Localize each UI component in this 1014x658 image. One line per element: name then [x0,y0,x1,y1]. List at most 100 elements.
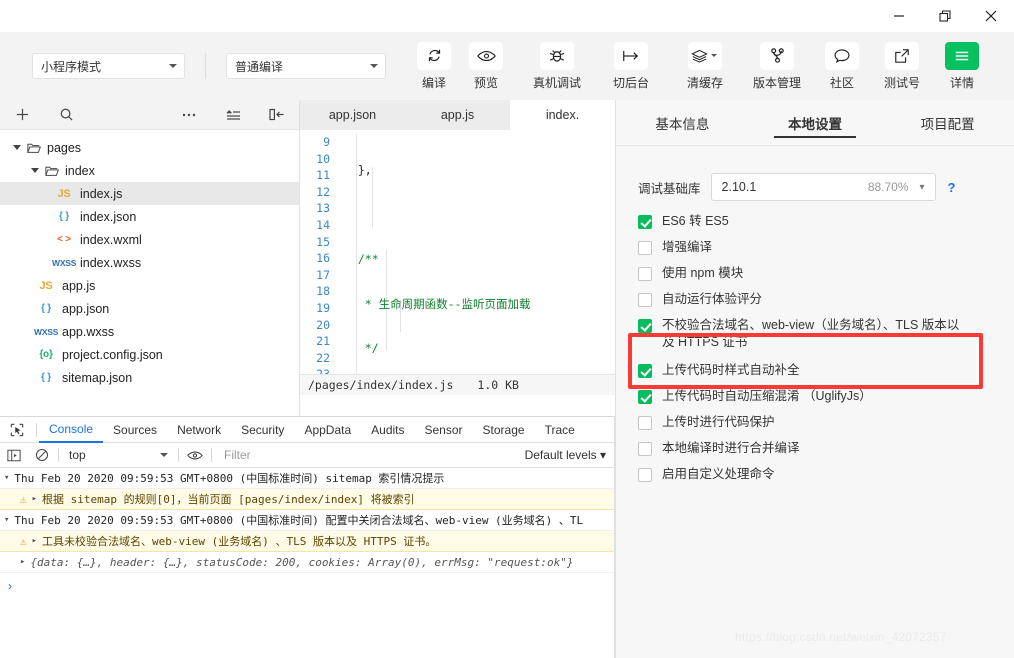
search-icon[interactable] [44,107,88,122]
details-tab[interactable]: 本地设置 [773,100,856,146]
collapse-icon[interactable] [211,109,255,121]
more-icon[interactable] [167,112,211,118]
file-tree-item[interactable]: {o} project.config.json [0,343,299,366]
devtools-tab[interactable]: Sensor [415,417,473,443]
minimize-icon[interactable] [876,0,922,32]
file-tree-item[interactable]: { } app.json [0,297,299,320]
console-sidebar-icon[interactable] [0,449,28,462]
inspect-icon[interactable] [0,423,34,437]
file-tree-item[interactable]: JS app.js [0,274,299,297]
mode-select[interactable]: 小程序模式 [32,53,185,79]
console-levels-select[interactable]: Default levels ▾ [525,448,614,462]
settings-option-row[interactable]: 增强编译 [638,239,1014,256]
checkbox[interactable] [638,215,652,229]
plus-icon[interactable] [0,107,44,122]
details-tab[interactable]: 项目配置 [915,100,981,146]
maximize-icon[interactable] [922,0,968,32]
file-tree-item[interactable]: JS index.js [0,182,299,205]
expand-arrow-icon[interactable]: ▸ [32,494,37,504]
base-library-select[interactable]: 2.10.1 88.70% ▾ [710,173,936,201]
editor-tab[interactable]: app.js [405,100,510,130]
details-tab[interactable]: 基本信息 [649,100,715,146]
devtools-tab[interactable]: Network [167,417,231,443]
console-prompt[interactable]: › [0,573,614,599]
toolbar-action-label: 社区 [829,75,854,90]
console-log-entry[interactable]: ▸ {data: {…}, header: {…}, statusCode: 20… [0,552,614,573]
editor-tab[interactable]: index. [510,100,615,130]
toolbar-action-compile[interactable]: 编译 [408,41,460,91]
toolbar-action-background[interactable]: 切后台 [600,41,662,91]
settings-option-row[interactable]: 上传代码时自动压缩混淆 （UglifyJs） [638,388,1014,405]
chat-icon [825,41,859,70]
file-tree-item[interactable]: pages [0,136,299,159]
toolbar-action-label: 清缓存 [686,75,723,90]
settings-option-row[interactable]: 不校验合法域名、web-view（业务域名）、TLS 版本以及 HTTPS 证书 [638,317,1014,351]
devtools-tab[interactable]: Console [39,417,104,443]
file-tree-item[interactable]: < > index.wxml [0,228,299,251]
toolbar-action-details[interactable]: 详情 [936,41,988,91]
code-area[interactable]: 91011121314151617181920212223 }, /** * 生… [300,130,615,395]
expand-arrow-icon[interactable]: ▸ [20,557,25,567]
file-tree-item[interactable]: WXSS index.wxss [0,251,299,274]
checkbox[interactable] [638,390,652,404]
eye-icon[interactable] [181,450,209,461]
close-icon[interactable] [968,0,1014,32]
compile-select[interactable]: 普通编译 [226,53,386,79]
file-type-icon: { } [59,211,69,222]
settings-option-row[interactable]: 使用 npm 模块 [638,265,1014,282]
help-icon[interactable]: ? [948,180,956,195]
devtools-tab[interactable]: Audits [361,417,414,443]
devtools-tab[interactable]: Security [231,417,294,443]
folder-icon [42,165,62,177]
checkbox[interactable] [638,442,652,456]
settings-option-row[interactable]: 自动运行体验评分 [638,291,1014,308]
console-log-entry[interactable]: ▾ Thu Feb 20 2020 09:59:53 GMT+0800 (中国标准… [0,468,614,489]
panel-icon[interactable] [255,108,299,121]
chevron-down-icon[interactable] [10,145,24,150]
settings-option-label: 自动运行体验评分 [662,292,763,306]
checkbox[interactable] [638,293,652,307]
collapse-arrow-icon[interactable]: ▾ [4,515,9,525]
collapse-arrow-icon[interactable]: ▾ [4,473,9,483]
checkbox[interactable] [638,364,652,378]
file-tree-item[interactable]: WXSS app.wxss [0,320,299,343]
file-tree-label: index.js [80,186,123,201]
toolbar-action-remote-debug[interactable]: 真机调试 [526,41,588,91]
checkbox[interactable] [638,468,652,482]
code-line: * 生命周期函数--监听页面加载 [344,296,531,311]
checkbox[interactable] [638,241,652,255]
settings-option-row[interactable]: 本地编译时进行合并编译 [638,440,1014,457]
console-log-entry[interactable]: ⚠ ▸ 工具未校验合法域名、web-view (业务域名) 、TLS 版本以及 HT… [0,531,614,552]
toolbar-action-preview[interactable]: 预览 [460,41,512,91]
file-tree-label: app.js [62,278,96,293]
devtools-tab[interactable]: Storage [473,417,535,443]
console-log-text: 根据 sitemap 的规则[0]，当前页面 [pages/index/inde… [42,493,415,506]
devtools-tab[interactable]: Trace [535,417,585,443]
editor-tab[interactable]: app.json [300,100,405,130]
checkbox[interactable] [638,319,652,333]
expand-arrow-icon[interactable]: ▸ [32,536,37,546]
settings-option-row[interactable]: 启用自定义处理命令 [638,466,1014,483]
devtools-tab[interactable]: AppData [294,417,361,443]
toolbar-action-community[interactable]: 社区 [816,41,868,91]
console-filter-input[interactable]: Filter [214,448,525,462]
chevron-down-icon[interactable] [28,168,42,173]
settings-option-row[interactable]: 上传代码时样式自动补全 [638,362,1014,379]
console-context-select[interactable]: top [61,448,176,462]
settings-option-row[interactable]: ES6 转 ES5 [638,213,1014,230]
toolbar-action-version-control[interactable]: 版本管理 [746,41,808,91]
file-tree-item[interactable]: index [0,159,299,182]
file-tree-item[interactable]: { } index.json [0,205,299,228]
checkbox[interactable] [638,416,652,430]
settings-option-row[interactable]: 上传时进行代码保护 [638,414,1014,431]
checkbox[interactable] [638,267,652,281]
devtools-tab[interactable]: Sources [103,417,167,443]
console-log-entry[interactable]: ▾ Thu Feb 20 2020 09:59:53 GMT+0800 (中国标准… [0,510,614,531]
devtools-divider [211,448,212,462]
file-tree-item[interactable]: { } sitemap.json [0,366,299,389]
clear-console-icon[interactable] [28,448,56,462]
base-library-row: 调试基础库 2.10.1 88.70% ▾ ? [616,146,1014,201]
toolbar-action-clear-cache[interactable]: 清缓存 [674,41,736,91]
toolbar-action-test-account[interactable]: 测试号 [876,41,928,91]
console-log-entry[interactable]: ⚠ ▸ 根据 sitemap 的规则[0]，当前页面 [pages/index/in… [0,489,614,510]
